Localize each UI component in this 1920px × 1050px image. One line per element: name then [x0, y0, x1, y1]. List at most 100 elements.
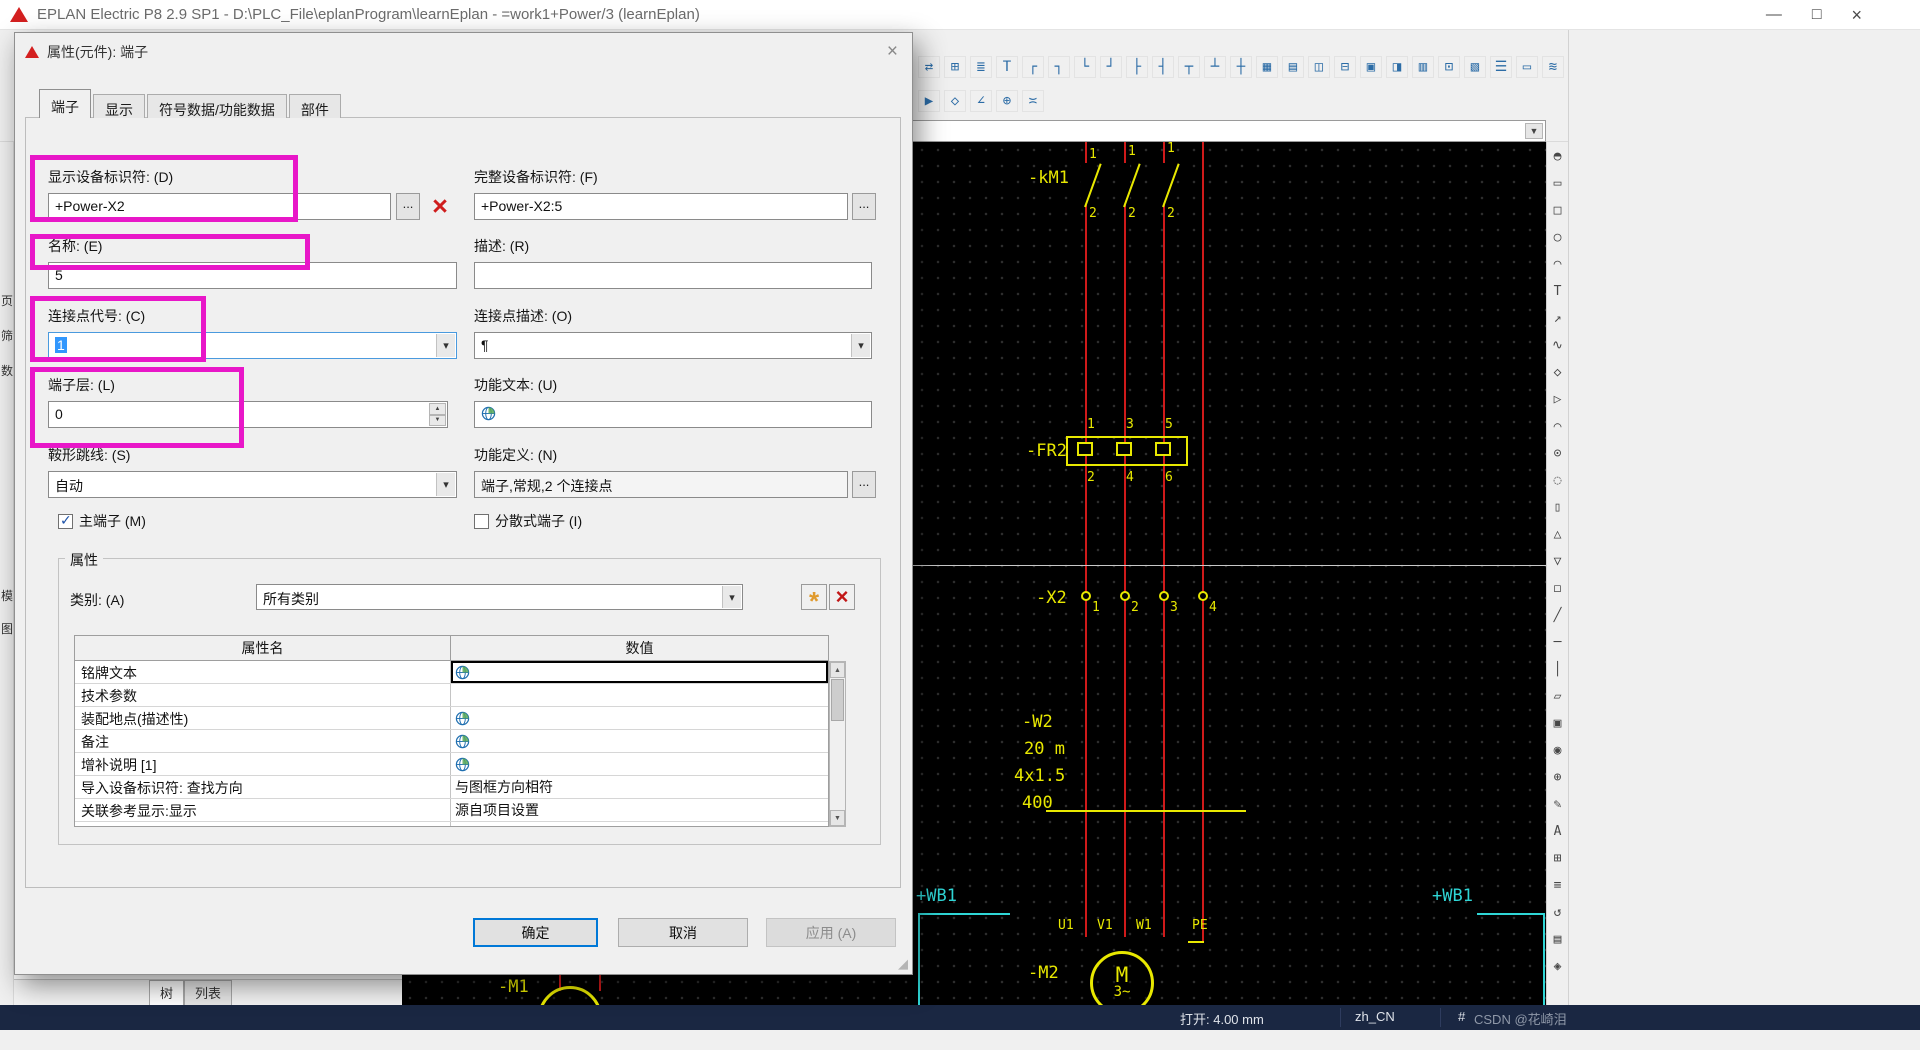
toolbar-icon[interactable]: ≋ [1542, 56, 1564, 78]
scrollbar-thumb[interactable] [831, 679, 844, 721]
toolbar-icon[interactable]: ◇ [944, 90, 966, 112]
toolbar-icon[interactable]: ◓ [1549, 147, 1567, 165]
toolbar-icon[interactable]: ⊞ [1549, 849, 1567, 867]
dialog-close-button[interactable]: × [887, 41, 898, 63]
toolbar-icon[interactable]: ▤ [1549, 930, 1567, 948]
toolbar-icon[interactable]: ◻ [1549, 579, 1567, 597]
spinner-buttons[interactable] [429, 403, 446, 426]
table-row[interactable]: 增补说明 [1] [75, 753, 828, 776]
toolbar-icon[interactable]: │ [1549, 660, 1567, 678]
toolbar-icon[interactable]: ◨ [1386, 56, 1408, 78]
scroll-up-icon[interactable] [830, 662, 845, 678]
toolbar-icon[interactable]: ✎ [1549, 795, 1567, 813]
dialog-tab[interactable]: 端子 [39, 89, 91, 118]
toolbar-icon[interactable]: ↗ [1549, 309, 1567, 327]
toolbar-icon[interactable]: ⊟ [1334, 56, 1356, 78]
toolbar-icon[interactable]: ┘ [1100, 56, 1122, 78]
table-scrollbar[interactable] [829, 661, 846, 827]
toolbar-icon[interactable]: ▤ [1282, 56, 1304, 78]
table-row[interactable]: 备注 [75, 730, 828, 753]
toolbar-icon[interactable]: ◌ [1549, 471, 1567, 489]
distributed-terminal-checkbox-row[interactable]: 分散式端子 (I) [474, 511, 582, 531]
connection-desc-combobox[interactable]: ¶ [474, 332, 872, 359]
toolbar-icon[interactable]: ◇ [1549, 363, 1567, 381]
table-row[interactable]: 铭牌文本 [75, 661, 828, 684]
table-row[interactable]: 关联参考显示:显示 源自项目设置 [75, 799, 828, 822]
collapsed-panel-tab[interactable]: 筛 [1, 327, 13, 344]
resize-grip[interactable]: ◢ [898, 956, 908, 972]
toolbar-icon[interactable]: ▱ [1549, 687, 1567, 705]
distributed-terminal-checkbox[interactable] [474, 513, 489, 529]
terminal-layer-spinner[interactable]: 0 [48, 401, 448, 428]
dialog-tab[interactable]: 部件 [288, 94, 341, 118]
toolbar-icon[interactable]: ⇄ [918, 56, 940, 78]
toolbar-icon[interactable]: △ [1549, 525, 1567, 543]
toolbar-icon[interactable]: ◈ [1549, 957, 1567, 975]
toolbar-icon[interactable]: ▭ [1549, 174, 1567, 192]
toolbar-icon[interactable]: ├ [1126, 56, 1148, 78]
toolbar-icon[interactable]: ┌ [1022, 56, 1044, 78]
toolbar-icon[interactable]: ≡ [1549, 876, 1567, 894]
description-input[interactable] [474, 262, 872, 289]
table-row[interactable]: 装配地点(描述性) [75, 707, 828, 730]
ok-button[interactable]: 确定 [473, 918, 598, 947]
full-dt-input[interactable]: +Power-X2:5 [474, 193, 848, 220]
window-maximize-button[interactable]: □ [1812, 6, 1822, 24]
dialog-tab[interactable]: 显示 [93, 94, 145, 118]
cancel-button[interactable]: 取消 [618, 918, 748, 947]
toolbar-icon[interactable]: ◉ [1549, 741, 1567, 759]
chevron-down-icon[interactable] [436, 334, 455, 357]
toolbar-icon[interactable]: T [1549, 282, 1567, 300]
scroll-down-icon[interactable] [830, 810, 845, 826]
main-terminal-checkbox[interactable] [58, 512, 73, 529]
navigator-view-tab[interactable]: 树 [149, 980, 185, 1005]
toolbar-icon[interactable]: ⌒ [1549, 417, 1567, 435]
new-property-button[interactable] [801, 584, 827, 610]
toolbar-icon[interactable]: ◠ [1549, 255, 1567, 273]
chevron-down-icon[interactable] [851, 334, 870, 357]
toolbar-icon[interactable]: ▣ [1549, 714, 1567, 732]
name-input[interactable]: 5 [48, 262, 457, 289]
navigator-view-tab[interactable]: 列表 [184, 980, 233, 1005]
category-combobox[interactable]: 所有类别 [256, 584, 743, 610]
dialog-titlebar[interactable]: 属性(元件): 端子 [15, 33, 912, 71]
toolbar-icon[interactable]: ⊡ [1438, 56, 1460, 78]
toolbar-icon[interactable]: ┤ [1152, 56, 1174, 78]
collapsed-panel-tab[interactable]: 页 [1, 292, 13, 309]
toolbar-icon[interactable]: ┴ [1204, 56, 1226, 78]
chevron-down-icon[interactable]: ▼ [1525, 123, 1543, 139]
table-row[interactable]: 导入设备标识符: 查找方向 与图框方向相符 [75, 776, 828, 799]
collapsed-panel-tab[interactable]: 图 [1, 620, 13, 637]
toolbar-icon[interactable]: ◫ [1308, 56, 1330, 78]
window-close-button[interactable]: × [1851, 5, 1862, 26]
collapsed-panel-tab[interactable]: 模 [1, 587, 13, 604]
toolbar-icon[interactable]: ⊞ [944, 56, 966, 78]
toolbar-icon[interactable]: ⊕ [996, 90, 1018, 112]
toolbar-icon[interactable]: ○ [1549, 228, 1567, 246]
function-definition-browse-button[interactable]: ... [852, 471, 876, 498]
toolbar-icon[interactable]: ▯ [1549, 498, 1567, 516]
function-definition-input[interactable]: 端子,常规,2 个连接点 [474, 471, 848, 498]
toolbar-icon[interactable]: ╱ [1549, 606, 1567, 624]
displayed-dt-input[interactable]: +Power-X2 [48, 193, 391, 220]
toolbar-icon[interactable]: ┐ [1048, 56, 1070, 78]
toolbar-icon[interactable]: ∠ [970, 90, 992, 112]
toolbar-icon[interactable]: ≍ [1022, 90, 1044, 112]
toolbar-icon[interactable]: □ [1549, 201, 1567, 219]
toolbar-icon[interactable]: ▥ [1412, 56, 1434, 78]
displayed-dt-browse-button[interactable]: ... [396, 193, 420, 220]
toolbar-icon[interactable]: A [1549, 822, 1567, 840]
toolbar-icon[interactable]: ☰ [1490, 56, 1512, 78]
toolbar-icon[interactable]: ▧ [1464, 56, 1486, 78]
delete-property-button[interactable] [829, 584, 855, 610]
toolbar-icon[interactable]: ▭ [1516, 56, 1538, 78]
toolbar-icon[interactable]: ┬ [1178, 56, 1200, 78]
toolbar-icon[interactable]: ┼ [1230, 56, 1252, 78]
table-row[interactable]: 技术参数 [75, 684, 828, 707]
function-text-input[interactable] [474, 401, 872, 428]
table-row[interactable] [75, 822, 828, 826]
connection-point-combobox[interactable]: 1 [48, 332, 457, 359]
toolbar-icon[interactable]: ⊙ [1549, 444, 1567, 462]
toolbar-icon[interactable]: ▣ [1360, 56, 1382, 78]
collapsed-panel-tab[interactable]: 数 [1, 362, 13, 379]
